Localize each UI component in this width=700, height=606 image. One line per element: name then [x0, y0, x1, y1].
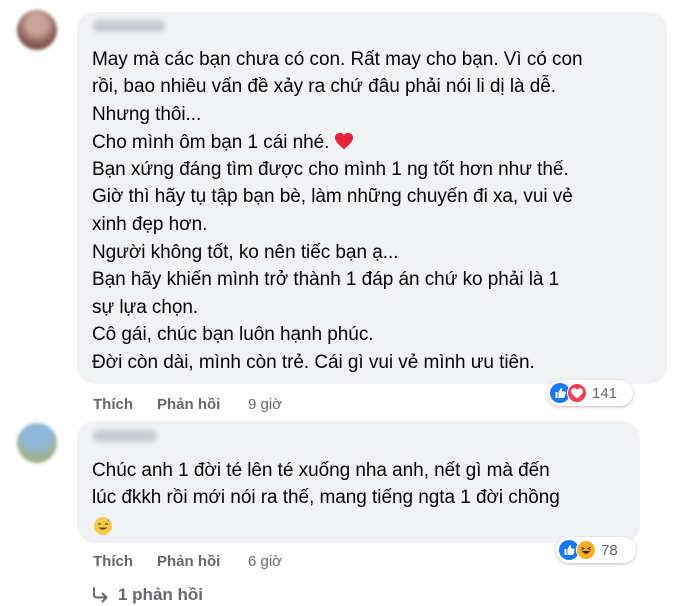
comment-text-line: rồi, bao nhiêu vấn đề xảy ra chứ đâu phả… [92, 76, 557, 97]
like-button[interactable]: Thích [93, 553, 133, 570]
comment-text-line: sự lựa chọn. [92, 297, 199, 318]
comment-bubble [77, 421, 640, 543]
love-icon [567, 383, 587, 403]
heart-emoji-icon [335, 132, 354, 150]
reaction-count: 141 [592, 384, 618, 402]
comment-timestamp[interactable]: 6 giờ [248, 553, 282, 570]
reply-button[interactable]: Phản hồi [157, 396, 220, 413]
sweat-smile-emoji-icon [94, 517, 112, 535]
commenter-avatar[interactable] [17, 423, 57, 463]
commenter-name-blurred[interactable] [93, 20, 165, 32]
comment-text-line: Nhưng thôi... [92, 104, 202, 125]
reply-button[interactable]: Phản hồi [157, 553, 220, 570]
commenter-name-blurred[interactable] [93, 430, 157, 442]
reaction-count: 78 [601, 541, 618, 559]
comment-text-line: lúc đkkh rồi mới nói ra thế, mang tiếng … [92, 487, 560, 508]
comment-text-line: xinh đẹp hơn. [92, 214, 208, 235]
comment-text-line: Người không tốt, ko nên tiếc bạn ạ... [92, 242, 399, 263]
comment-text: Cho mình ôm bạn 1 cái nhé. [92, 132, 330, 153]
comment-text-line: Đời còn dài, mình còn trẻ. Cái gì vui vẻ… [92, 352, 535, 373]
reaction-summary[interactable]: 141 [547, 380, 633, 406]
replies-count-label: 1 phản hồi [118, 585, 203, 604]
reaction-summary[interactable]: 78 [556, 537, 636, 563]
haha-icon [576, 540, 596, 560]
like-button[interactable]: Thích [93, 396, 133, 413]
comment-text-line: Chúc anh 1 đời té lên té xuống nha anh, … [92, 460, 550, 481]
comment-text-line: Bạn hãy khiến mình trở thành 1 đáp án ch… [92, 269, 560, 290]
comment-text-line: Giờ thì hãy tụ tập bạn bè, làm những chu… [92, 186, 573, 207]
view-replies-link[interactable]: 1 phản hồi [92, 585, 203, 605]
reply-arrow-icon [93, 587, 108, 603]
commenter-avatar[interactable] [17, 10, 57, 50]
comment-text-line: Bạn xứng đáng tìm được cho mình 1 ng tốt… [92, 159, 569, 180]
comment-text-line: Cho mình ôm bạn 1 cái nhé. [92, 132, 355, 153]
comment-text-line: May mà các bạn chưa có con. Rất may cho … [92, 49, 583, 70]
comment-timestamp[interactable]: 9 giờ [248, 396, 282, 413]
comment-text-line: Cô gái, chúc bạn luôn hạnh phúc. [92, 324, 374, 345]
